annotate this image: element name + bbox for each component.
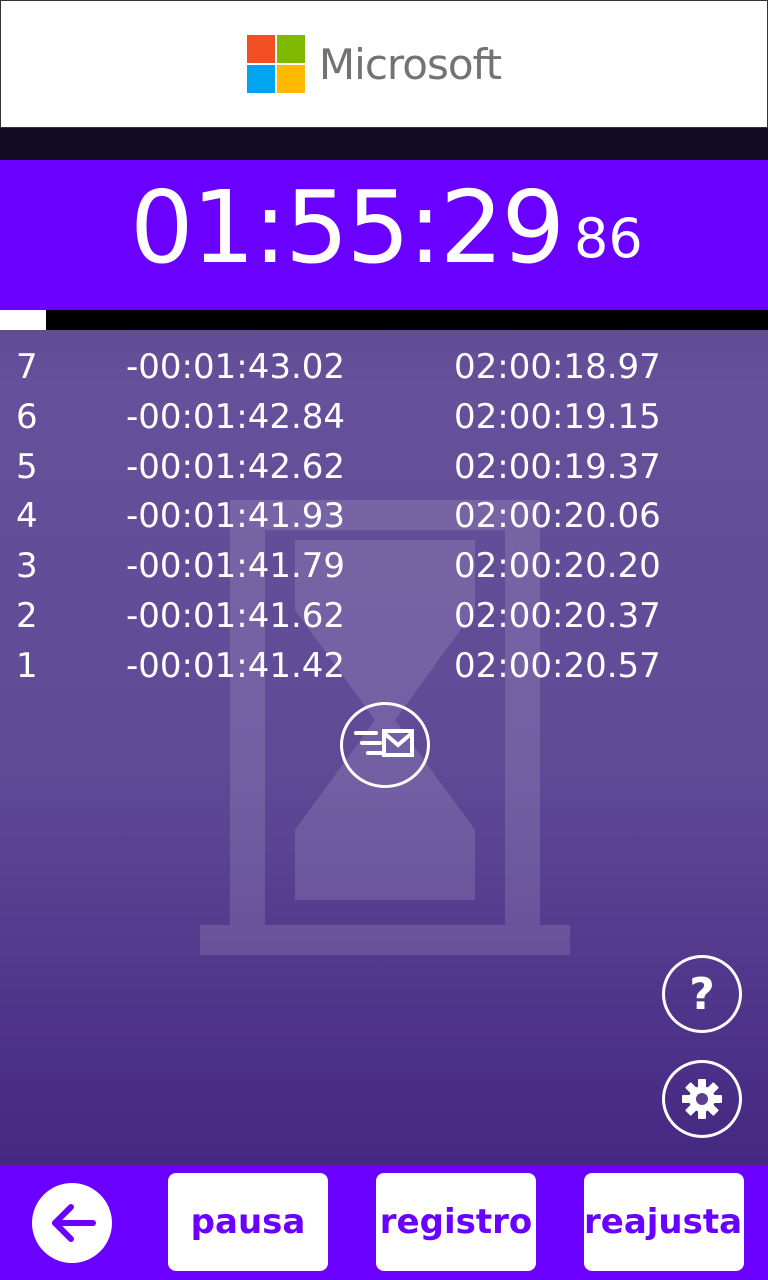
lap-total: 02:00:20.37	[454, 595, 661, 636]
lap-number: 5	[16, 446, 38, 487]
lap-number: 4	[16, 496, 38, 537]
lap-total: 02:00:19.37	[454, 446, 661, 487]
timer-display: 01:55:29	[130, 169, 565, 286]
lap-row: 3 -00:01:41.79 02:00:20.20	[0, 541, 768, 591]
lap-row: 6 -00:01:42.84 02:00:19.15	[0, 392, 768, 442]
timer-hundredths: 86	[574, 207, 643, 270]
lap-number: 7	[16, 347, 38, 387]
lap-total: 02:00:20.57	[454, 645, 661, 686]
ad-brand-text: Microsoft	[318, 39, 502, 89]
help-button[interactable]: ?	[662, 955, 742, 1033]
pause-button[interactable]: pausa	[168, 1173, 328, 1271]
lap-list: 7 -00:01:43.02 02:00:18.97 6 -00:01:42.84 02:…	[0, 342, 768, 691]
lap-row: 5 -00:01:42.62 02:00:19.37	[0, 442, 768, 492]
lap-total: 02:00:20.20	[454, 546, 661, 587]
help-icon: ?	[689, 968, 715, 1020]
lap-difference: -00:01:41.42	[126, 645, 346, 686]
log-button[interactable]: registro	[376, 1173, 536, 1271]
lap-number: 1	[16, 645, 38, 686]
lap-row: 4 -00:01:41.93 02:00:20.06	[0, 491, 768, 541]
progress-bar	[0, 310, 768, 330]
lap-number: 2	[16, 595, 38, 636]
lap-total: 02:00:20.06	[454, 496, 661, 537]
lap-row: 2 -00:01:41.62 02:00:20.37	[0, 591, 768, 641]
lap-difference: -00:01:42.62	[126, 446, 346, 487]
send-mail-icon	[354, 729, 414, 757]
lap-row: 1 -00:01:41.42 02:00:20.57	[0, 641, 768, 691]
settings-button[interactable]	[662, 1060, 742, 1138]
microsoft-logo-icon	[246, 35, 305, 93]
reset-button[interactable]: reajustar	[584, 1173, 744, 1271]
microsoft-logo: Microsoft	[246, 35, 502, 93]
lap-number: 6	[16, 396, 38, 437]
back-button[interactable]	[32, 1183, 112, 1263]
lap-difference: -00:01:42.84	[126, 396, 346, 437]
lap-difference: -00:01:41.79	[126, 546, 346, 587]
lap-difference: -00:01:43.02	[126, 347, 346, 387]
divider-strip	[0, 128, 768, 160]
lap-difference: -00:01:41.93	[126, 496, 346, 537]
arrow-left-icon	[52, 1204, 96, 1242]
progress-fill	[0, 310, 47, 330]
lap-total: 02:00:19.15	[454, 396, 661, 437]
lap-difference: -00:01:41.62	[126, 595, 346, 636]
lap-total: 02:00:18.97	[454, 347, 661, 387]
lap-number: 3	[16, 546, 38, 587]
lap-row: 7 -00:01:43.02 02:00:18.97	[0, 342, 768, 392]
ad-banner[interactable]: Microsoft	[0, 0, 768, 128]
send-mail-button[interactable]	[340, 702, 430, 788]
gear-icon	[682, 1079, 722, 1119]
